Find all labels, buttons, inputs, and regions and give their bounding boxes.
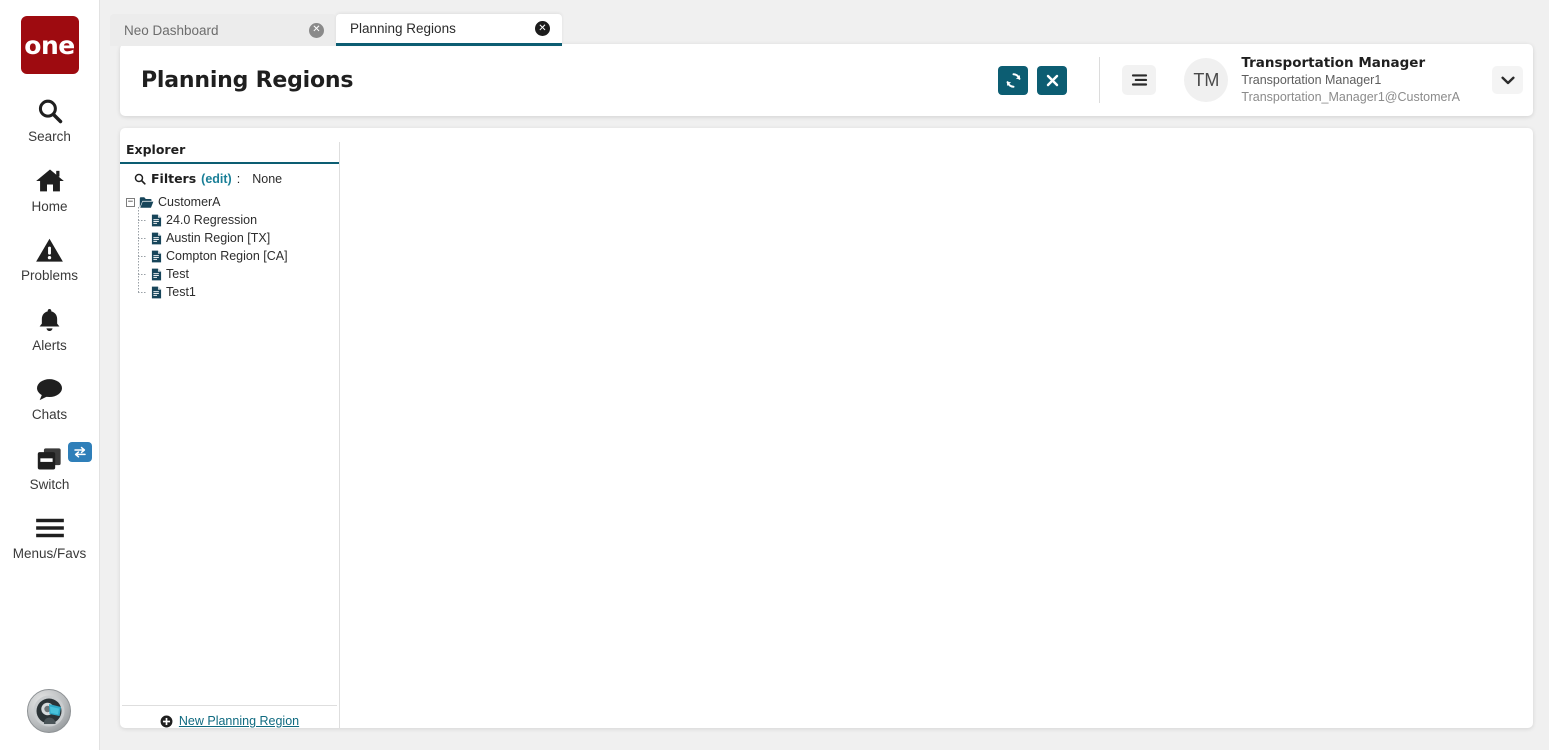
explorer-panel: Explorer Filters (edit) : None − Custome… xyxy=(120,142,340,728)
user-menu[interactable]: TM Transportation Manager Transportation… xyxy=(1184,55,1460,106)
rail-label-search: Search xyxy=(28,129,71,144)
brand-logo[interactable]: one xyxy=(20,16,79,74)
explorer-footer: New Planning Region xyxy=(122,705,337,728)
document-icon xyxy=(151,232,162,245)
warning-triangle-icon xyxy=(35,235,64,265)
refresh-button[interactable] xyxy=(998,65,1029,95)
close-page-button[interactable] xyxy=(1037,65,1068,95)
left-nav-rail: one Search Home Problems Alerts Chats Sw… xyxy=(0,0,100,750)
x-icon xyxy=(1045,73,1060,88)
rail-label-switch: Switch xyxy=(29,476,70,492)
profile-head-avatar-icon[interactable] xyxy=(27,689,71,733)
filters-value: None xyxy=(252,171,283,186)
planning-region-tree: − CustomerA 24.0 Regression Austin Regio… xyxy=(120,191,339,705)
rail-item-problems[interactable]: Problems xyxy=(0,235,100,283)
close-circle-icon[interactable]: ✕ xyxy=(535,21,550,36)
chevron-down-icon xyxy=(1500,76,1515,85)
swap-arrows-icon[interactable] xyxy=(67,441,92,462)
user-name: Transportation Manager xyxy=(1241,54,1426,71)
bell-icon xyxy=(36,305,63,335)
page-title: Planning Regions xyxy=(141,67,354,93)
tree-item-region[interactable]: Compton Region [CA] xyxy=(138,243,339,265)
rail-label-problems: Problems xyxy=(20,268,79,283)
rail-item-search[interactable]: Search xyxy=(0,96,100,144)
document-icon xyxy=(151,268,162,281)
avatar: TM xyxy=(1184,58,1229,102)
tree-item-region[interactable]: Austin Region [TX] xyxy=(138,225,339,247)
document-icon xyxy=(151,214,162,227)
user-menu-toggle[interactable] xyxy=(1492,66,1523,94)
tree-item-label: Austin Region [TX] xyxy=(166,231,271,245)
rail-label-alerts: Alerts xyxy=(32,337,67,353)
plus-circle-icon[interactable] xyxy=(160,715,173,728)
main-content-panel: Explorer Filters (edit) : None − Custome… xyxy=(120,128,1533,728)
tree-item-region[interactable]: Test xyxy=(138,261,339,283)
tab-bar: Neo Dashboard ✕ Planning Regions ✕ xyxy=(110,14,562,46)
filters-edit-link[interactable]: (edit) xyxy=(201,172,232,186)
tab-label: Planning Regions xyxy=(350,21,456,36)
tree-item-label: 24.0 Regression xyxy=(166,213,258,227)
tree-expander[interactable]: − xyxy=(126,197,135,207)
tree-node-label: CustomerA xyxy=(158,195,221,209)
rail-item-chats[interactable]: Chats xyxy=(0,374,100,422)
chat-bubble-icon xyxy=(35,374,64,404)
page-header: Planning Regions TM Transportation Manag… xyxy=(120,44,1533,116)
folder-open-icon xyxy=(139,196,154,209)
header-actions: TM Transportation Manager Transportation… xyxy=(989,55,1533,106)
header-divider xyxy=(1099,57,1101,103)
rail-item-menus-favs[interactable]: Menus/Favs xyxy=(0,513,100,561)
tree-node-root[interactable]: − CustomerA xyxy=(126,193,339,211)
filters-row: Filters (edit) : None xyxy=(120,164,339,191)
user-role: Transportation Manager1 xyxy=(1241,73,1382,88)
tab-label: Neo Dashboard xyxy=(124,22,219,38)
refresh-icon xyxy=(1005,72,1022,89)
new-planning-region-link[interactable]: New Planning Region xyxy=(179,714,299,728)
rail-label-home: Home xyxy=(31,198,68,214)
tab-planning-regions[interactable]: Planning Regions ✕ xyxy=(336,14,562,46)
hamburger-icon xyxy=(35,513,65,543)
rail-item-home[interactable]: Home xyxy=(0,166,100,214)
close-circle-icon[interactable]: ✕ xyxy=(309,22,324,38)
rail-label-chats: Chats xyxy=(31,407,68,422)
filters-colon: : xyxy=(236,171,241,186)
user-info: Transportation Manager Transportation Ma… xyxy=(1241,55,1460,106)
tab-neo-dashboard[interactable]: Neo Dashboard ✕ xyxy=(110,14,336,46)
tree-item-region[interactable]: 24.0 Regression xyxy=(138,207,339,229)
tree-item-region[interactable]: Test1 xyxy=(138,279,339,301)
rail-item-alerts[interactable]: Alerts xyxy=(0,305,100,353)
filters-label: Filters xyxy=(151,171,197,186)
header-menu-button[interactable] xyxy=(1122,65,1157,95)
search-icon xyxy=(134,173,146,185)
tree-item-label: Test1 xyxy=(166,285,196,299)
list-menu-icon xyxy=(1131,73,1148,87)
explorer-title: Explorer xyxy=(120,142,339,164)
home-icon xyxy=(35,166,65,196)
tree-item-label: Compton Region [CA] xyxy=(166,249,288,263)
search-icon xyxy=(36,96,64,126)
tree-item-label: Test xyxy=(166,267,189,281)
user-email: Transportation_Manager1@CustomerA xyxy=(1241,89,1460,104)
rail-label-menus-favs: Menus/Favs xyxy=(12,546,87,561)
document-icon xyxy=(151,286,162,299)
rail-item-switch[interactable]: Switch xyxy=(0,441,100,492)
windows-stack-icon xyxy=(35,444,64,474)
document-icon xyxy=(151,250,162,263)
